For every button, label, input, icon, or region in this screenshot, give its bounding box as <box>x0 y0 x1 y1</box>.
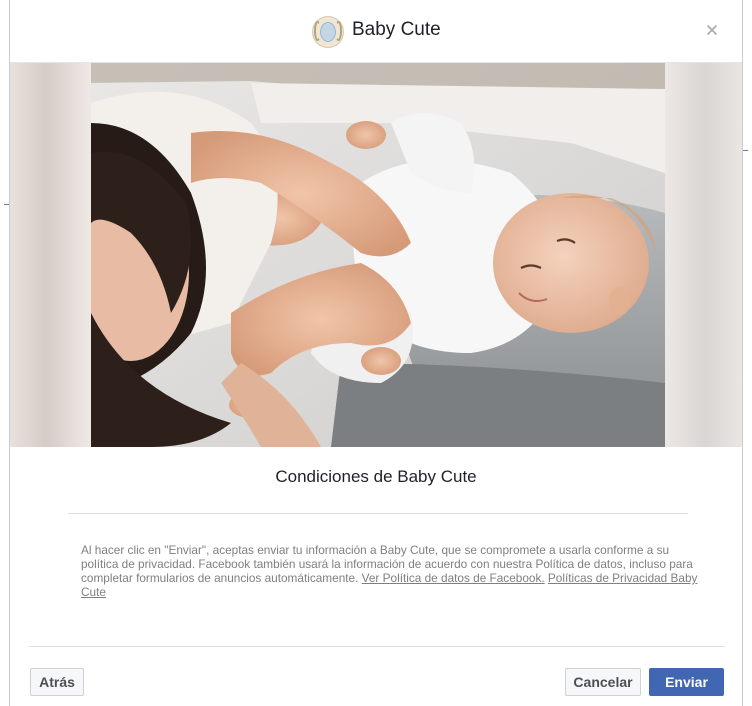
mother-changing-baby-photo <box>91 63 665 447</box>
logo-emblem <box>320 22 336 42</box>
footer-divider <box>29 646 725 647</box>
hero-image <box>10 63 742 447</box>
cancel-button[interactable]: Cancelar <box>565 668 641 696</box>
logo-leaf <box>335 21 342 41</box>
send-button[interactable]: Enviar <box>649 668 724 696</box>
baby-cute-logo-icon <box>312 16 344 48</box>
close-icon[interactable] <box>704 22 720 38</box>
page-edge-mark <box>743 150 748 151</box>
terms-text: Al hacer clic en "Enviar", aceptas envia… <box>81 543 699 599</box>
lead-form-dialog: Baby Cute Condiciones de Baby Cute Al ha… <box>10 0 742 706</box>
back-button[interactable]: Atrás <box>30 668 84 696</box>
section-divider <box>68 513 688 514</box>
page-edge-mark <box>4 204 9 205</box>
facebook-data-policy-link[interactable]: Ver Política de datos de Facebook. <box>362 571 545 585</box>
dialog-header: Baby Cute <box>10 0 742 63</box>
dialog-title: Baby Cute <box>352 19 441 40</box>
conditions-title: Condiciones de Baby Cute <box>275 467 477 486</box>
page-right-border <box>742 0 743 706</box>
